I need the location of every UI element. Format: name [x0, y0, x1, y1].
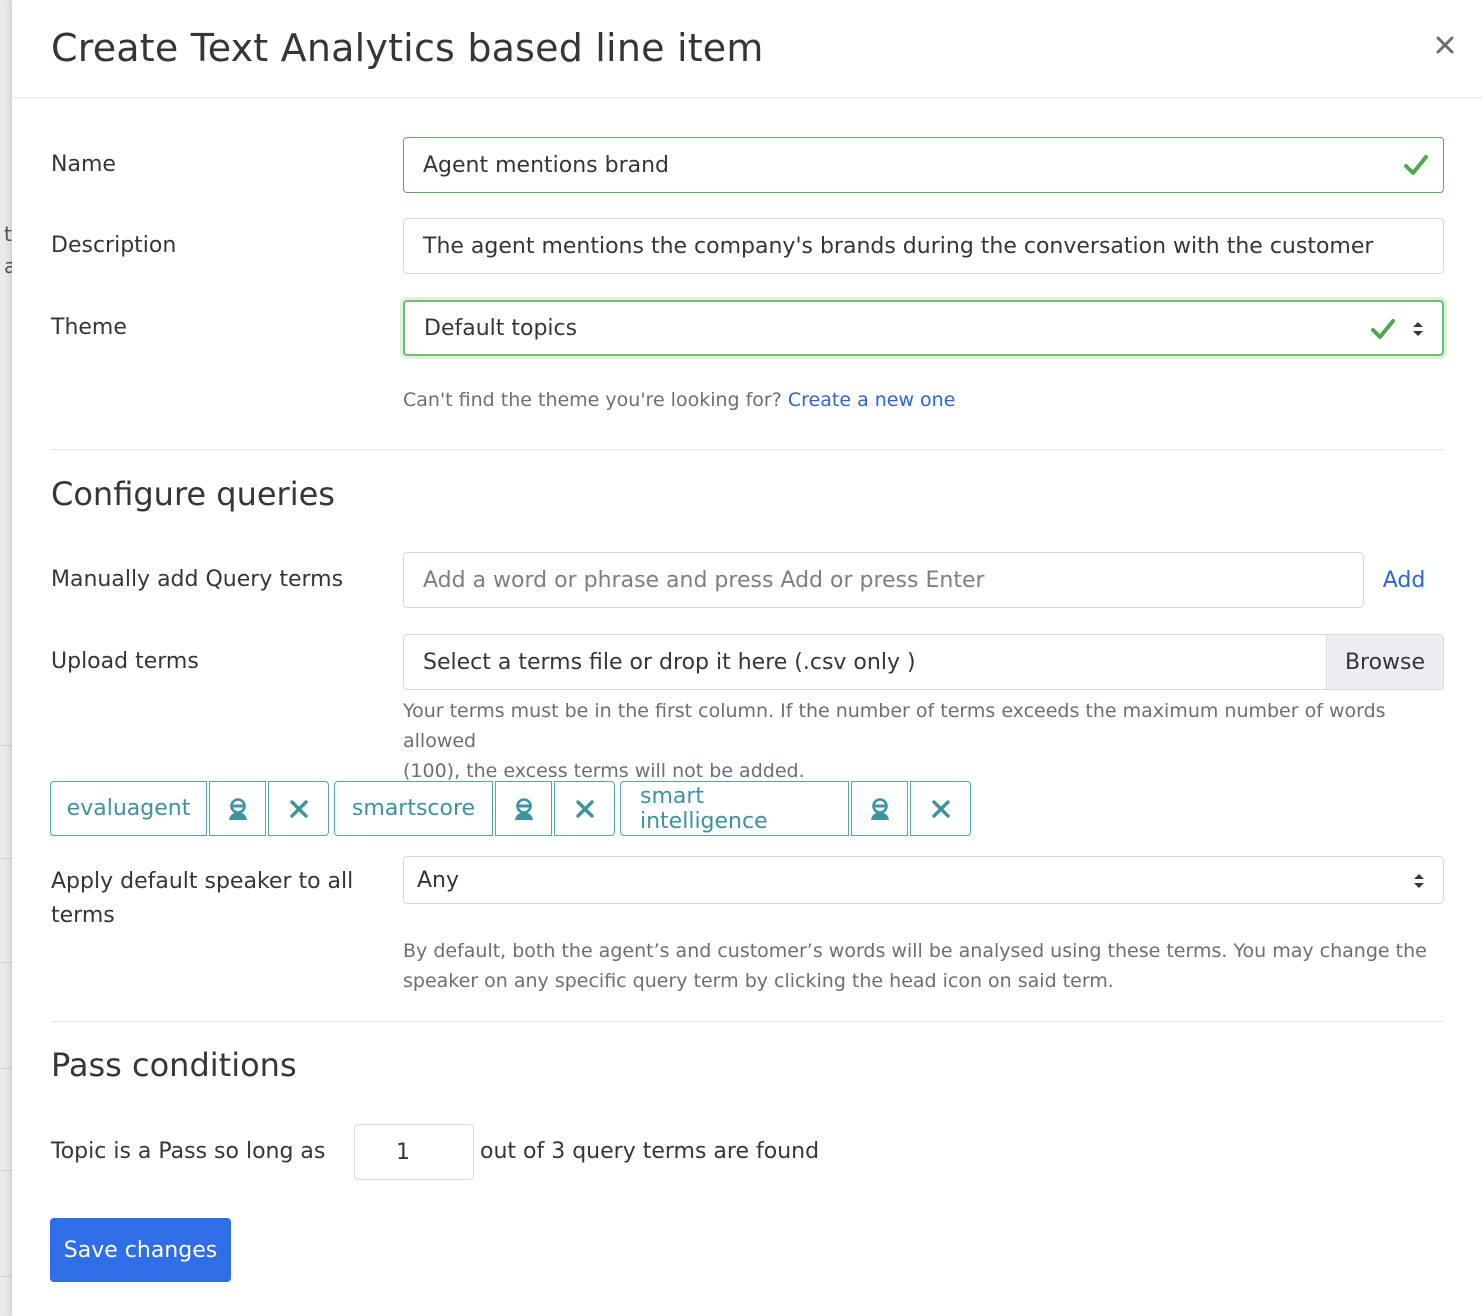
pass-count-value: 1	[396, 1139, 410, 1165]
manual-terms-label: Manually add Query terms	[51, 567, 344, 592]
default-speaker-label: Apply default speaker to all terms	[51, 865, 353, 933]
default-speaker-value: Any	[417, 867, 460, 893]
upload-help-line: Your terms must be in the first column. …	[403, 700, 1386, 752]
theme-help: Can't find the theme you're looking for?…	[403, 385, 1482, 415]
speaker-help-line: By default, both the agent’s and custome…	[403, 940, 1427, 962]
section-divider	[51, 449, 1444, 450]
create-theme-link[interactable]: Create a new one	[788, 389, 956, 411]
close-icon	[931, 799, 950, 818]
upload-help: Your terms must be in the first column. …	[403, 696, 1444, 786]
theme-row: Theme Default topics	[51, 300, 1444, 356]
default-speaker-label-line: terms	[51, 903, 115, 928]
add-term-button[interactable]: Add	[1364, 552, 1444, 608]
modal-title: Create Text Analytics based line item	[51, 26, 764, 70]
backdrop-divider	[0, 745, 12, 746]
modal-header: Create Text Analytics based line item	[12, 0, 1482, 98]
upload-terms-row: Upload terms Select a terms file or drop…	[51, 634, 1444, 690]
speaker-help: By default, both the agent’s and custome…	[403, 936, 1444, 996]
query-term-input[interactable]	[403, 552, 1364, 608]
default-speaker-row: Apply default speaker to all terms Any	[51, 856, 1444, 936]
theme-selected-value: Default topics	[424, 315, 578, 341]
name-row: Name Agent mentions brand	[51, 137, 1444, 193]
save-changes-button[interactable]: Save changes	[50, 1218, 231, 1282]
agent-head-icon	[228, 797, 247, 820]
theme-select[interactable]: Default topics	[403, 300, 1444, 356]
remove-term-button[interactable]	[910, 781, 971, 836]
theme-help-text: Can't find the theme you're looking for?	[403, 389, 782, 411]
theme-label: Theme	[51, 315, 127, 340]
configure-queries-title: Configure queries	[51, 475, 335, 513]
select-arrows-icon	[1413, 322, 1423, 336]
description-row: Description The agent mentions the compa…	[51, 218, 1444, 274]
query-term-text-input[interactable]	[423, 567, 1363, 593]
manual-terms-row: Manually add Query terms Add	[51, 552, 1444, 608]
description-label: Description	[51, 233, 177, 258]
pass-count-input[interactable]: 1	[354, 1124, 474, 1180]
description-value: The agent mentions the company's brands …	[423, 233, 1374, 259]
pass-conditions-title: Pass conditions	[51, 1046, 297, 1084]
pass-condition-suffix: out of 3 query terms are found	[480, 1139, 820, 1164]
query-term-tag: evaluagent	[50, 781, 329, 836]
section-divider	[51, 1021, 1444, 1022]
backdrop-divider	[0, 1170, 12, 1171]
close-icon	[1436, 36, 1454, 54]
speaker-toggle-button[interactable]	[495, 781, 552, 836]
upload-terms-label: Upload terms	[51, 649, 199, 674]
modal-dialog: Create Text Analytics based line item Na…	[12, 0, 1482, 1316]
default-speaker-label-line: Apply default speaker to all	[51, 869, 354, 894]
checkmark-icon	[1404, 155, 1428, 175]
query-term-label: evaluagent	[50, 781, 207, 836]
name-label: Name	[51, 152, 116, 177]
name-value: Agent mentions brand	[423, 152, 670, 178]
query-term-tag: smartscore	[334, 781, 615, 836]
remove-term-button[interactable]	[554, 781, 615, 836]
query-term-label: smart intelligence	[620, 781, 849, 836]
pass-condition-row: Topic is a Pass so long as 1 out of 3 qu…	[51, 1124, 1444, 1180]
description-field[interactable]: The agent mentions the company's brands …	[403, 218, 1444, 274]
default-speaker-select[interactable]: Any	[403, 856, 1444, 904]
checkmark-icon	[1371, 319, 1395, 339]
browse-button[interactable]: Browse	[1326, 635, 1443, 689]
pass-condition-prefix: Topic is a Pass so long as	[51, 1139, 326, 1164]
file-upload-placeholder: Select a terms file or drop it here (.cs…	[423, 649, 916, 675]
select-arrows-icon	[1414, 874, 1424, 888]
speaker-toggle-button[interactable]	[209, 781, 266, 836]
speaker-toggle-button[interactable]	[851, 781, 908, 836]
remove-term-button[interactable]	[268, 781, 329, 836]
backdrop-divider	[0, 858, 12, 859]
file-upload-field[interactable]: Select a terms file or drop it here (.cs…	[403, 634, 1444, 690]
close-icon	[575, 799, 594, 818]
agent-head-icon	[514, 797, 533, 820]
query-term-label: smartscore	[334, 781, 493, 836]
name-field[interactable]: Agent mentions brand	[403, 137, 1444, 193]
backdrop-divider	[0, 962, 12, 963]
agent-head-icon	[870, 797, 889, 820]
query-term-tag: smart intelligence	[620, 781, 971, 836]
backdrop-fragment: t	[4, 222, 12, 246]
close-icon	[289, 799, 308, 818]
speaker-help-line: speaker on any specific query term by cl…	[403, 970, 1114, 992]
backdrop-divider	[0, 1068, 12, 1069]
backdrop-divider	[0, 1276, 12, 1277]
close-button[interactable]	[1430, 30, 1460, 60]
